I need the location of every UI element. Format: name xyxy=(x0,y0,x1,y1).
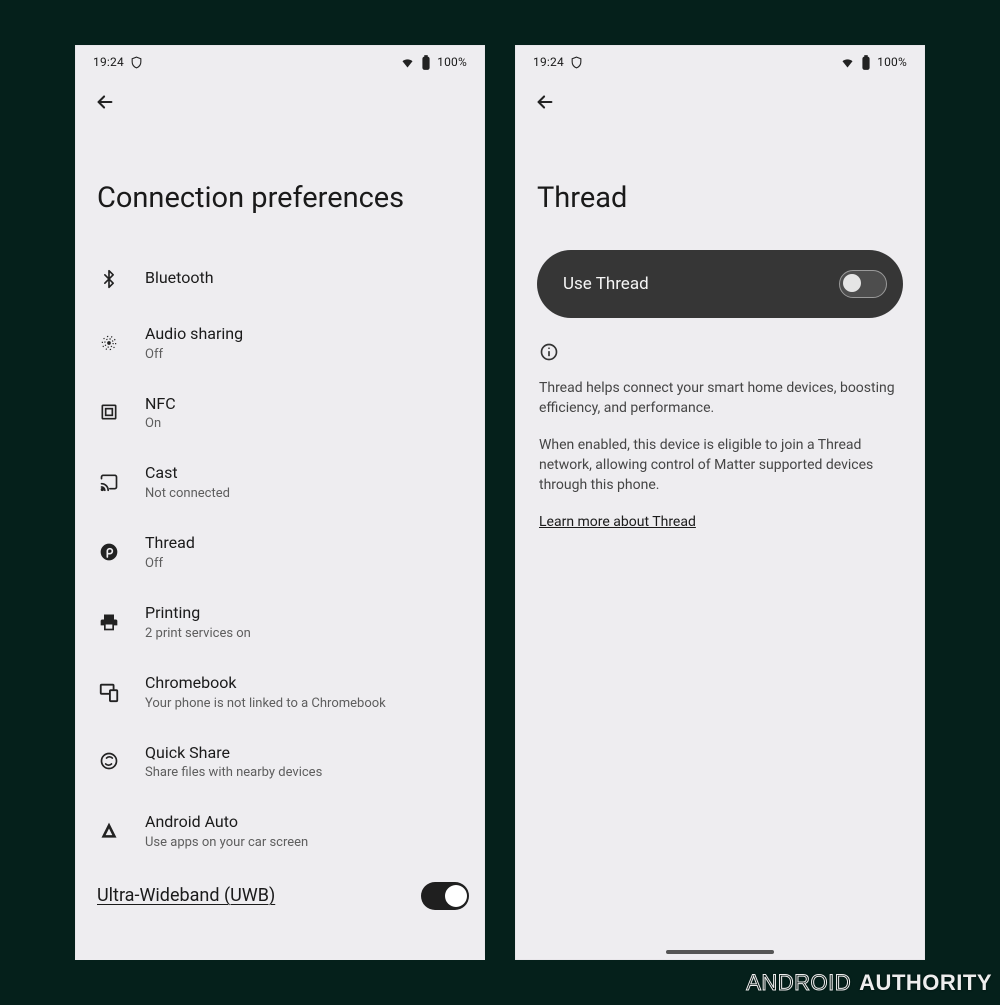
battery-icon xyxy=(861,55,871,70)
bluetooth-icon xyxy=(97,267,121,291)
watermark: ANDROID AUTHORITY xyxy=(746,970,992,996)
setting-chromebook[interactable]: Chromebook Your phone is not linked to a… xyxy=(75,657,485,727)
nfc-icon xyxy=(97,400,121,424)
thread-info-paragraph: Thread helps connect your smart home dev… xyxy=(539,378,901,419)
wifi-icon xyxy=(400,55,415,70)
setting-label: Thread xyxy=(145,533,461,554)
setting-sub: 2 print services on xyxy=(145,626,461,641)
setting-label: NFC xyxy=(145,394,461,415)
page-title: Connection preferences xyxy=(75,121,485,250)
phone-thread: 19:24 100% Thread Use Thread xyxy=(515,45,925,960)
settings-list: Bluetooth Audio sharing Off NFC On xyxy=(75,250,485,926)
use-thread-switch[interactable] xyxy=(839,270,887,298)
setting-label: Bluetooth xyxy=(145,268,461,289)
setting-label: Quick Share xyxy=(145,743,461,764)
back-button[interactable] xyxy=(89,86,121,118)
thread-info: Thread helps connect your smart home dev… xyxy=(515,318,925,532)
uwb-toggle[interactable] xyxy=(421,882,469,910)
info-icon xyxy=(539,342,901,368)
shield-icon xyxy=(570,56,583,69)
status-time: 19:24 xyxy=(533,55,564,69)
printer-icon xyxy=(97,610,121,634)
battery-icon xyxy=(421,55,431,70)
setting-printing[interactable]: Printing 2 print services on xyxy=(75,587,485,657)
audio-sharing-icon xyxy=(97,331,121,355)
page-title: Thread xyxy=(515,121,925,250)
shield-icon xyxy=(130,56,143,69)
setting-label: Android Auto xyxy=(145,812,461,833)
setting-quick-share[interactable]: Quick Share Share files with nearby devi… xyxy=(75,727,485,797)
setting-label: Chromebook xyxy=(145,673,461,694)
setting-sub: Off xyxy=(145,347,461,362)
setting-label: Cast xyxy=(145,463,461,484)
thread-icon xyxy=(97,540,121,564)
back-button[interactable] xyxy=(529,86,561,118)
setting-android-auto[interactable]: Android Auto Use apps on your car screen xyxy=(75,796,485,866)
setting-label: Ultra-Wideband (UWB) xyxy=(97,884,421,907)
quick-share-icon xyxy=(97,749,121,773)
setting-sub: Off xyxy=(145,556,461,571)
cast-icon xyxy=(97,470,121,494)
setting-label: Audio sharing xyxy=(145,324,461,345)
status-battery-pct: 100% xyxy=(877,55,907,69)
setting-audio-sharing[interactable]: Audio sharing Off xyxy=(75,308,485,378)
gesture-bar xyxy=(666,950,774,954)
use-thread-label: Use Thread xyxy=(563,274,649,294)
status-bar: 19:24 100% xyxy=(75,45,485,73)
status-time: 19:24 xyxy=(93,55,124,69)
status-bar: 19:24 100% xyxy=(515,45,925,73)
setting-sub: Use apps on your car screen xyxy=(145,835,461,850)
setting-sub: Your phone is not linked to a Chromebook xyxy=(145,696,461,711)
setting-label: Printing xyxy=(145,603,461,624)
thread-info-paragraph: When enabled, this device is eligible to… xyxy=(539,435,901,496)
status-battery-pct: 100% xyxy=(437,55,467,69)
android-auto-icon xyxy=(97,819,121,843)
setting-sub: Not connected xyxy=(145,486,461,501)
setting-cast[interactable]: Cast Not connected xyxy=(75,447,485,517)
phone-connection-preferences: 19:24 100% Connection preferences xyxy=(75,45,485,960)
setting-sub: Share files with nearby devices xyxy=(145,765,461,780)
setting-bluetooth[interactable]: Bluetooth xyxy=(75,250,485,308)
setting-thread[interactable]: Thread Off xyxy=(75,517,485,587)
setting-nfc[interactable]: NFC On xyxy=(75,378,485,448)
chromebook-icon xyxy=(97,680,121,704)
wifi-icon xyxy=(840,55,855,70)
learn-more-link[interactable]: Learn more about Thread xyxy=(539,514,696,530)
setting-sub: On xyxy=(145,416,461,431)
use-thread-toggle-row[interactable]: Use Thread xyxy=(537,250,903,318)
setting-uwb[interactable]: Ultra-Wideband (UWB) xyxy=(75,866,485,926)
